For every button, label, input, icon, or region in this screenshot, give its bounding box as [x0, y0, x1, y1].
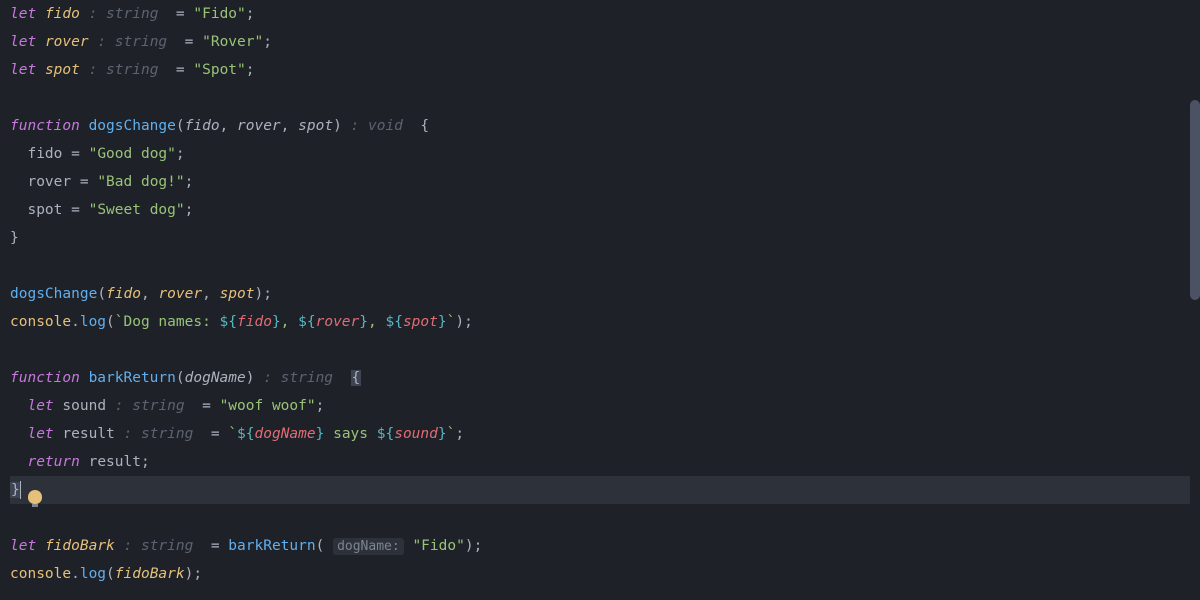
param: spot — [298, 118, 333, 134]
type-hint: : string — [115, 398, 185, 414]
param: dogName — [185, 370, 246, 386]
var-ref: spot — [27, 202, 62, 218]
method-log: log — [80, 314, 106, 330]
arg: fido — [106, 286, 141, 302]
console-obj: console — [10, 314, 71, 330]
keyword-let: let — [27, 398, 53, 414]
string-literal: "Fido" — [193, 6, 245, 22]
string-literal: "Bad dog!" — [97, 174, 184, 190]
type-hint: : string — [97, 34, 167, 50]
string-literal: "Spot" — [193, 62, 245, 78]
keyword-let: let — [10, 6, 36, 22]
param: rover — [237, 118, 281, 134]
keyword-function: function — [10, 118, 80, 134]
code-line[interactable]: let sound : string = "woof woof"; — [10, 392, 1190, 420]
keyword-function: function — [10, 370, 80, 386]
code-line-active[interactable]: } — [10, 476, 1190, 504]
string-literal: "woof woof" — [220, 398, 316, 414]
code-line[interactable]: let spot : string = "Spot"; — [10, 56, 1190, 84]
type-hint: : string — [89, 6, 159, 22]
code-line-blank[interactable] — [10, 84, 1190, 112]
type-hint: : string — [124, 538, 194, 554]
var-ref: rover — [27, 174, 71, 190]
arg: fidoBark — [115, 566, 185, 582]
var-fido: fido — [45, 6, 80, 22]
matching-brace: { — [351, 370, 362, 386]
lightbulb-icon[interactable] — [28, 490, 42, 504]
param: fido — [185, 118, 220, 134]
keyword-return: return — [27, 454, 79, 470]
method-log: log — [80, 566, 106, 582]
type-hint: : void — [351, 118, 403, 134]
keyword-let: let — [27, 426, 53, 442]
type-hint: : string — [89, 62, 159, 78]
code-line[interactable]: spot = "Sweet dog"; — [10, 196, 1190, 224]
string-literal: "Rover" — [202, 34, 263, 50]
code-line[interactable]: rover = "Bad dog!"; — [10, 168, 1190, 196]
var-fidoBark: fidoBark — [45, 538, 115, 554]
code-line[interactable]: function barkReturn(dogName) : string { — [10, 364, 1190, 392]
arg: spot — [220, 286, 255, 302]
operator: = — [167, 6, 193, 22]
code-line[interactable]: fido = "Good dog"; — [10, 140, 1190, 168]
arg: rover — [158, 286, 202, 302]
code-line[interactable]: } — [10, 224, 1190, 252]
code-line[interactable]: console.log(`Dog names: ${fido}, ${rover… — [10, 308, 1190, 336]
code-line[interactable]: let rover : string = "Rover"; — [10, 28, 1190, 56]
var-ref: result — [89, 454, 141, 470]
string-literal: "Fido" — [412, 538, 464, 554]
template-literal: `Dog names: — [115, 314, 220, 330]
function-name: barkReturn — [89, 370, 176, 386]
var-ref: fido — [27, 146, 62, 162]
param-hint-inline: dogName: — [333, 538, 404, 555]
scrollbar-vertical[interactable] — [1190, 100, 1200, 300]
text-cursor — [20, 481, 21, 499]
function-call: dogsChange — [10, 286, 97, 302]
code-line-blank[interactable] — [10, 336, 1190, 364]
var-spot: spot — [45, 62, 80, 78]
var-rover: rover — [45, 34, 89, 50]
function-call: barkReturn — [228, 538, 315, 554]
code-line[interactable]: let result : string = `${dogName} says $… — [10, 420, 1190, 448]
code-line[interactable]: function dogsChange(fido, rover, spot) :… — [10, 112, 1190, 140]
keyword-let: let — [10, 34, 36, 50]
code-line[interactable]: console.log(fidoBark); — [10, 560, 1190, 588]
keyword-let: let — [10, 538, 36, 554]
string-literal: "Sweet dog" — [89, 202, 185, 218]
function-name: dogsChange — [89, 118, 176, 134]
code-line[interactable]: dogsChange(fido, rover, spot); — [10, 280, 1190, 308]
var-sound: sound — [62, 398, 106, 414]
var-result: result — [62, 426, 114, 442]
semicolon: ; — [246, 6, 255, 22]
type-hint: : string — [263, 370, 333, 386]
code-line[interactable]: return result; — [10, 448, 1190, 476]
code-line[interactable]: let fido : string = "Fido"; — [10, 0, 1190, 28]
console-obj: console — [10, 566, 71, 582]
code-line[interactable]: let fidoBark : string = barkReturn( dogN… — [10, 532, 1190, 560]
code-line-blank[interactable] — [10, 504, 1190, 532]
code-editor[interactable]: let fido : string = "Fido"; let rover : … — [10, 0, 1190, 588]
code-line-blank[interactable] — [10, 252, 1190, 280]
string-literal: "Good dog" — [89, 146, 176, 162]
type-hint: : string — [124, 426, 194, 442]
keyword-let: let — [10, 62, 36, 78]
